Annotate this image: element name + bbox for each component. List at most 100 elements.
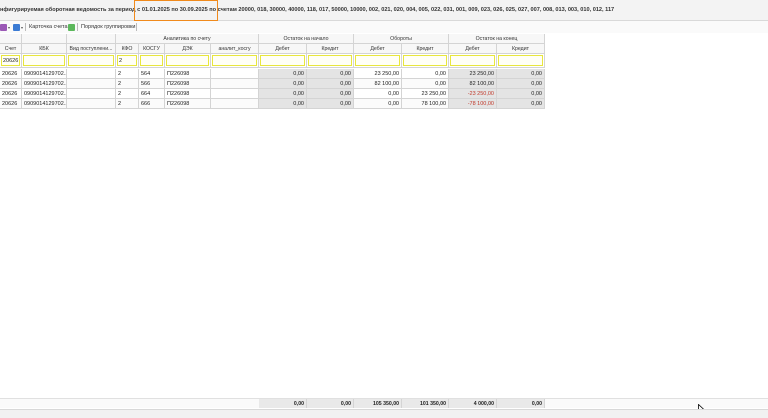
cell-account: 20626 [0, 89, 22, 99]
filter-turnover-credit-input[interactable] [403, 55, 447, 66]
column-header-open-debit[interactable]: Дебет [259, 44, 307, 54]
cell-kbk: 0909014129702... [22, 79, 67, 89]
refresh-button[interactable] [68, 23, 75, 31]
cell-receipt [67, 79, 116, 89]
totals-row: 0,00 0,00 105 350,00 101 350,00 4 000,00… [0, 398, 768, 408]
cell-close-credit: 0,00 [497, 79, 545, 89]
cell-close-credit: 0,00 [497, 69, 545, 79]
cell-kfo: 2 [116, 99, 139, 109]
filter-open-debit-input[interactable] [260, 55, 305, 66]
filter-cell [139, 54, 165, 68]
filter-account-input[interactable]: 20626 [1, 55, 20, 66]
cell-kbk: 0909014129702... [22, 89, 67, 99]
filter-cell [497, 54, 545, 68]
column-header-close-debit[interactable]: Дебет [449, 44, 497, 54]
cell-open-debit: 0,00 [259, 89, 307, 99]
cell-kfo: 2 [116, 69, 139, 79]
cell-dek: П226098 [165, 69, 211, 79]
cell-close-credit: 0,00 [497, 99, 545, 109]
filter-cell [259, 54, 307, 68]
account-card-button[interactable]: Карточка счета [29, 24, 68, 30]
filter-analyt-input[interactable] [212, 55, 257, 66]
cell-analyt [211, 69, 259, 79]
header-group-opening: Остаток на начало [259, 34, 354, 44]
filter-cell [211, 54, 259, 68]
cell-open-debit: 0,00 [259, 99, 307, 109]
cell-close-debit: -23 250,00 [449, 89, 497, 99]
cell-turnover-credit: 0,00 [402, 69, 449, 79]
filter-cell [67, 54, 116, 68]
column-header-kbk[interactable]: КБК [22, 44, 67, 54]
cell-turnover-debit: 23 250,00 [354, 69, 402, 79]
filter-kbk-input[interactable] [23, 55, 65, 66]
cell-receipt [67, 99, 116, 109]
column-header-turnover-credit[interactable]: Кредит [402, 44, 449, 54]
cell-dek: П226098 [165, 79, 211, 89]
cell-analyt [211, 89, 259, 99]
filter-receipt-input[interactable] [68, 55, 114, 66]
filter-cell [307, 54, 354, 68]
cell-account: 20626 [0, 69, 22, 79]
column-header-account[interactable]: Счет [0, 44, 22, 54]
chevron-down-icon: ▾ [21, 24, 24, 30]
filter-dek-input[interactable] [166, 55, 209, 66]
filter-close-credit-input[interactable] [498, 55, 543, 66]
report-title-bar: нфигурируемая оборотная ведомость за пер… [0, 0, 768, 21]
export-menu-button[interactable]: ▾ [13, 23, 23, 31]
toolbar: ▾ ▾ Карточка счета Порядок группировки [0, 21, 768, 33]
cell-open-debit: 0,00 [259, 69, 307, 79]
cell-analyt [211, 99, 259, 109]
period-highlight-box [134, 0, 218, 21]
export-icon [13, 23, 20, 31]
cell-turnover-credit: 23 250,00 [402, 89, 449, 99]
total-close-credit: 0,00 [497, 399, 545, 408]
header-group-turnover: Обороты [354, 34, 449, 44]
filter-cell [354, 54, 402, 68]
column-header-close-credit[interactable]: Кредит [497, 44, 545, 54]
header-spacer [0, 34, 22, 44]
column-header-receipt-type[interactable]: Вид поступлени... [67, 44, 116, 54]
column-header-kosgu[interactable]: КОСГУ [139, 44, 165, 54]
cell-turnover-debit: 0,00 [354, 89, 402, 99]
total-close-debit: 4 000,00 [449, 399, 497, 408]
report-title: нфигурируемая оборотная ведомость за пер… [0, 7, 614, 13]
cell-receipt [67, 69, 116, 79]
total-turnover-debit: 105 350,00 [354, 399, 402, 408]
grouping-order-button[interactable]: Порядок группировки [81, 24, 136, 30]
column-header-kfo[interactable]: КФО [116, 44, 139, 54]
filter-turnover-debit-input[interactable] [355, 55, 400, 66]
header-spacer [22, 34, 67, 44]
header-group-analytics: Аналитика по счету [116, 34, 259, 44]
column-header-open-credit[interactable]: Кредит [307, 44, 354, 54]
header-group-closing: Остаток на конец [449, 34, 545, 44]
view-menu-button[interactable]: ▾ [0, 23, 10, 31]
cell-close-debit: -78 100,00 [449, 99, 497, 109]
filter-cell [22, 54, 67, 68]
toolbar-divider [25, 23, 26, 31]
refresh-icon [68, 23, 75, 31]
filter-cell: 20626 [0, 54, 22, 68]
filter-kfo-input[interactable]: 2 [117, 55, 137, 66]
cell-kbk: 0909014129702... [22, 69, 67, 79]
column-header-dek[interactable]: ДЭК [165, 44, 211, 54]
filter-cell [449, 54, 497, 68]
cell-open-debit: 0,00 [259, 79, 307, 89]
column-header-analyt-kosgu[interactable]: аналит_косгу [211, 44, 259, 54]
filter-open-credit-input[interactable] [308, 55, 352, 66]
toolbar-divider [136, 23, 137, 31]
header-spacer [67, 34, 116, 44]
filter-kosgu-input[interactable] [140, 55, 163, 66]
report-accounts: по счетам 20000, 018, 30000, 40000, 118,… [207, 7, 615, 13]
cell-kfo: 2 [116, 79, 139, 89]
cell-open-credit: 0,00 [307, 89, 354, 99]
filter-close-debit-input[interactable] [450, 55, 495, 66]
cell-account: 20626 [0, 99, 22, 109]
cell-account: 20626 [0, 79, 22, 89]
cell-kbk: 0909014129702... [22, 99, 67, 109]
cell-dek: П226098 [165, 89, 211, 99]
column-header-turnover-debit[interactable]: Дебет [354, 44, 402, 54]
cell-open-credit: 0,00 [307, 79, 354, 89]
cell-close-debit: 23 250,00 [449, 69, 497, 79]
cell-turnover-debit: 82 100,00 [354, 79, 402, 89]
cell-open-credit: 0,00 [307, 69, 354, 79]
